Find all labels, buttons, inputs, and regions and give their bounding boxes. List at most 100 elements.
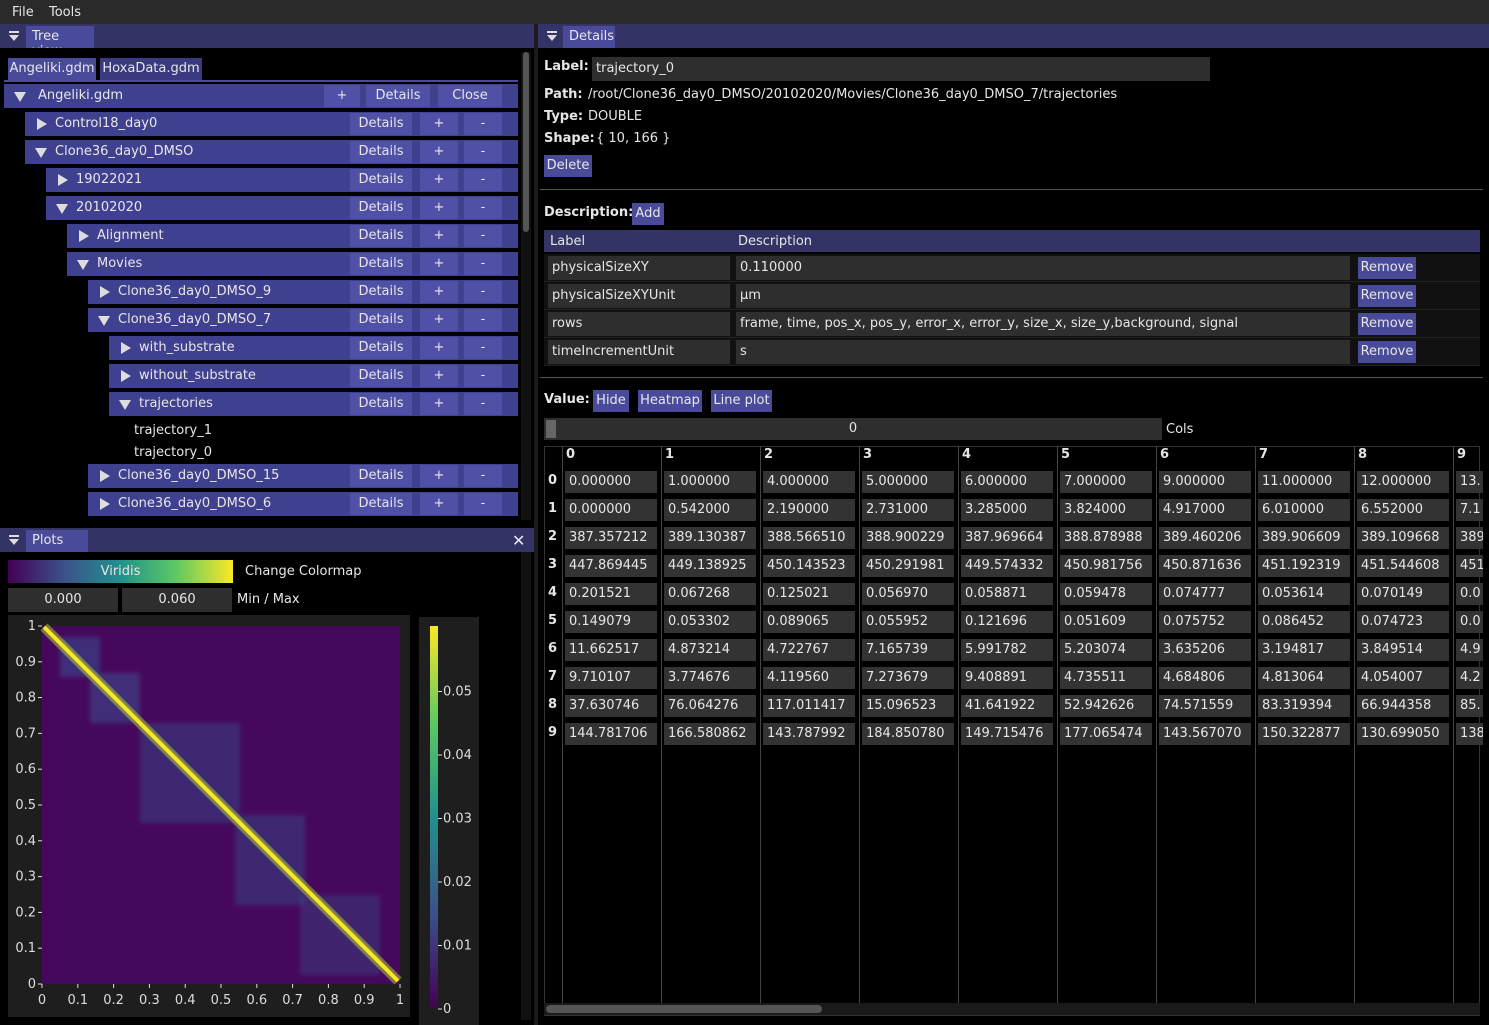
table-cell[interactable]: 451.192319 bbox=[1258, 555, 1350, 577]
table-cell[interactable]: 144.781706 bbox=[565, 723, 657, 745]
node-add-button[interactable]: + bbox=[420, 169, 458, 191]
table-cell[interactable]: 138 bbox=[1456, 723, 1483, 745]
table-cell[interactable]: 0.058871 bbox=[961, 583, 1053, 605]
tree-node[interactable]: Control18_day0 Details + - bbox=[25, 112, 518, 136]
table-cell[interactable]: 7.165739 bbox=[862, 639, 954, 661]
table-cell[interactable]: 0.089065 bbox=[763, 611, 855, 633]
table-cell[interactable]: 184.850780 bbox=[862, 723, 954, 745]
table-cell[interactable]: 3.285000 bbox=[961, 499, 1053, 521]
table-cell[interactable]: 387.357212 bbox=[565, 527, 657, 549]
details-tab[interactable]: Details bbox=[563, 26, 615, 48]
collapsed-arrow-icon[interactable] bbox=[121, 342, 131, 354]
heatmap-chart[interactable]: 0 0.1 0.2 0.3 0.4 0.5 0.6 0.7 0.8 0.9 1 0 0.1 0.2 0.3… bbox=[0, 615, 520, 1025]
node-add-button[interactable]: + bbox=[420, 113, 458, 135]
collapsed-arrow-icon[interactable] bbox=[58, 174, 68, 186]
table-cell[interactable]: 143.787992 bbox=[763, 723, 855, 745]
table-hscrollbar[interactable] bbox=[544, 1003, 1480, 1015]
collapsed-arrow-icon[interactable] bbox=[37, 118, 47, 130]
table-cell[interactable]: 0.000000 bbox=[565, 471, 657, 493]
table-cell[interactable]: 166.580862 bbox=[664, 723, 756, 745]
tree-node[interactable]: without_substrate Details + - bbox=[109, 364, 518, 388]
table-cell[interactable]: 388.900229 bbox=[862, 527, 954, 549]
tree-node[interactable]: Clone36_day0_DMSO_7 Details + - bbox=[88, 308, 518, 332]
tree-node[interactable]: Clone36_day0_DMSO_6 Details + - bbox=[88, 492, 518, 516]
table-cell[interactable]: 4.684806 bbox=[1159, 667, 1251, 689]
node-remove-button[interactable]: - bbox=[464, 281, 502, 303]
node-remove-button[interactable]: - bbox=[464, 141, 502, 163]
node-details-button[interactable]: Details bbox=[350, 225, 412, 247]
table-cell[interactable]: 11.000000 bbox=[1258, 471, 1350, 493]
root-add-button[interactable]: + bbox=[324, 85, 360, 107]
expanded-arrow-icon[interactable] bbox=[56, 204, 68, 214]
table-cell[interactable]: 0.086452 bbox=[1258, 611, 1350, 633]
table-cell[interactable]: 5.991782 bbox=[961, 639, 1053, 661]
table-cell[interactable]: 4.917000 bbox=[1159, 499, 1251, 521]
table-cell[interactable]: 4.119560 bbox=[763, 667, 855, 689]
table-cell[interactable]: 3.849514 bbox=[1357, 639, 1449, 661]
table-cell[interactable]: 37.630746 bbox=[565, 695, 657, 717]
panel-divider[interactable] bbox=[534, 24, 538, 1025]
remove-description-button[interactable]: Remove bbox=[1358, 313, 1416, 335]
table-cell[interactable]: 130.699050 bbox=[1357, 723, 1449, 745]
tree-scrollbar-thumb[interactable] bbox=[523, 52, 529, 232]
file-tab-angeliki[interactable]: Angeliki.gdm bbox=[8, 58, 96, 80]
table-cell[interactable]: 85. bbox=[1456, 695, 1483, 717]
node-add-button[interactable]: + bbox=[420, 225, 458, 247]
table-cell[interactable]: 149.715476 bbox=[961, 723, 1053, 745]
collapse-icon[interactable] bbox=[8, 535, 20, 547]
remove-description-button[interactable]: Remove bbox=[1358, 285, 1416, 307]
table-cell[interactable]: 5.203074 bbox=[1060, 639, 1152, 661]
node-details-button[interactable]: Details bbox=[350, 169, 412, 191]
file-tab-hoxadata[interactable]: HoxaData.gdm bbox=[100, 58, 202, 80]
table-cell[interactable]: 0.542000 bbox=[664, 499, 756, 521]
tree-node[interactable]: Clone36_day0_DMSO_15 Details + - bbox=[88, 464, 518, 488]
table-cell[interactable]: 389.906609 bbox=[1258, 527, 1350, 549]
table-cell[interactable]: 0.149079 bbox=[565, 611, 657, 633]
node-details-button[interactable]: Details bbox=[350, 309, 412, 331]
remove-description-button[interactable]: Remove bbox=[1358, 341, 1416, 363]
table-cell[interactable]: 4.813064 bbox=[1258, 667, 1350, 689]
node-details-button[interactable]: Details bbox=[350, 197, 412, 219]
table-cell[interactable]: 6.000000 bbox=[961, 471, 1053, 493]
table-cell[interactable]: 6.010000 bbox=[1258, 499, 1350, 521]
table-cell[interactable]: 11.662517 bbox=[565, 639, 657, 661]
node-add-button[interactable]: + bbox=[420, 197, 458, 219]
table-cell[interactable]: 0.0 bbox=[1456, 583, 1483, 605]
table-cell[interactable]: 41.641922 bbox=[961, 695, 1053, 717]
desc-value-field[interactable]: µm bbox=[736, 284, 1350, 308]
add-description-button[interactable]: Add bbox=[632, 203, 664, 225]
tree-node[interactable]: trajectories Details + - bbox=[109, 392, 518, 416]
expanded-arrow-icon[interactable] bbox=[98, 316, 110, 326]
node-add-button[interactable]: + bbox=[420, 365, 458, 387]
table-cell[interactable]: 4.000000 bbox=[763, 471, 855, 493]
node-details-button[interactable]: Details bbox=[350, 393, 412, 415]
table-cell[interactable]: 0.000000 bbox=[565, 499, 657, 521]
cols-slider[interactable]: 0 bbox=[544, 418, 1162, 440]
desc-value-field[interactable]: s bbox=[736, 340, 1350, 364]
menu-tools[interactable]: Tools bbox=[49, 5, 81, 20]
collapsed-arrow-icon[interactable] bbox=[121, 370, 131, 382]
node-remove-button[interactable]: - bbox=[464, 113, 502, 135]
max-input[interactable]: 0.060 bbox=[122, 588, 232, 612]
root-details-button[interactable]: Details bbox=[366, 85, 430, 107]
table-cell[interactable]: 7.1 bbox=[1456, 499, 1483, 521]
table-cell[interactable]: 9.000000 bbox=[1159, 471, 1251, 493]
node-remove-button[interactable]: - bbox=[464, 169, 502, 191]
table-cell[interactable]: 451 bbox=[1456, 555, 1483, 577]
node-add-button[interactable]: + bbox=[420, 253, 458, 275]
node-details-button[interactable]: Details bbox=[350, 493, 412, 515]
collapsed-arrow-icon[interactable] bbox=[100, 470, 110, 482]
table-cell[interactable]: 4.2 bbox=[1456, 667, 1483, 689]
plots-tab[interactable]: Plots bbox=[26, 530, 88, 552]
table-cell[interactable]: 1.000000 bbox=[664, 471, 756, 493]
node-remove-button[interactable]: - bbox=[464, 225, 502, 247]
table-cell[interactable]: 447.869445 bbox=[565, 555, 657, 577]
node-details-button[interactable]: Details bbox=[350, 465, 412, 487]
table-cell[interactable]: 117.011417 bbox=[763, 695, 855, 717]
table-cell[interactable]: 5.000000 bbox=[862, 471, 954, 493]
line-plot-button[interactable]: Line plot bbox=[711, 390, 772, 412]
table-cell[interactable]: 0.067268 bbox=[664, 583, 756, 605]
table-cell[interactable]: 12.000000 bbox=[1357, 471, 1449, 493]
root-close-button[interactable]: Close bbox=[438, 85, 502, 107]
collapsed-arrow-icon[interactable] bbox=[79, 230, 89, 242]
